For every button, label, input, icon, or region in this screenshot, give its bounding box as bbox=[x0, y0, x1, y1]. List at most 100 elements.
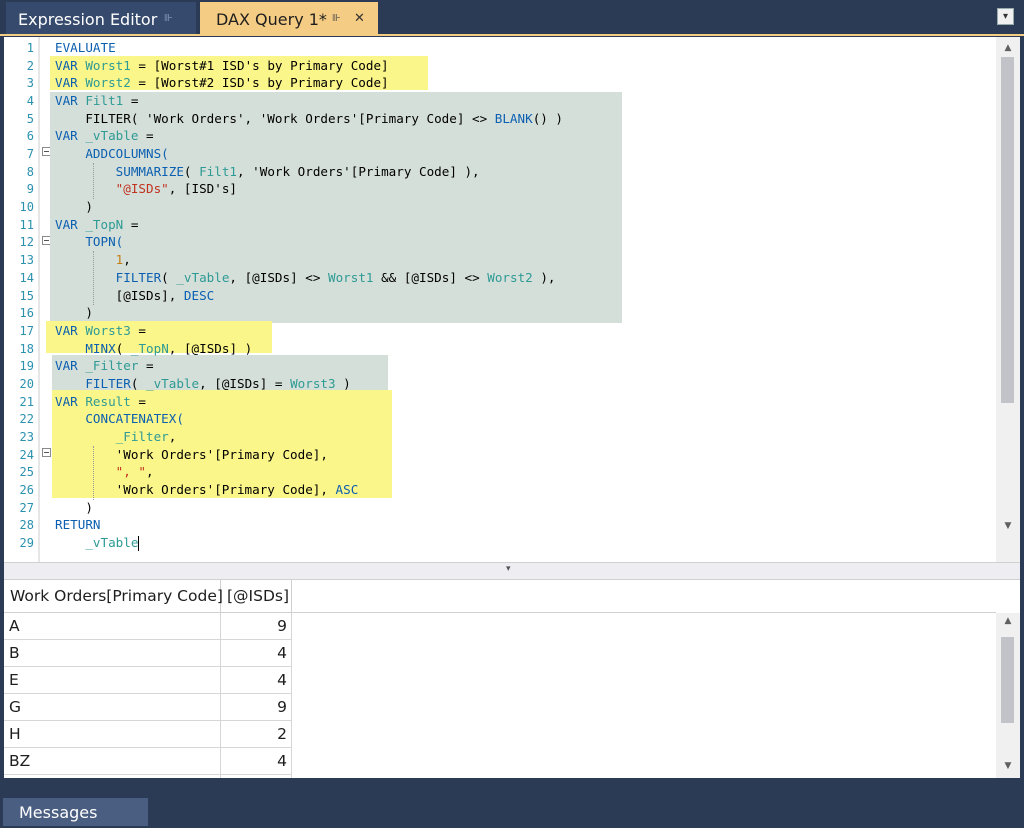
code-line: "@ISDs", [ISD's] bbox=[55, 180, 237, 198]
line-number: 5 bbox=[26, 111, 34, 126]
close-icon[interactable]: ✕ bbox=[354, 11, 365, 26]
code-token: EVALUATE bbox=[55, 40, 116, 55]
code-token: _vTable bbox=[176, 269, 230, 285]
code-token: = [Worst#2 ISD's by Primary Code] bbox=[130, 75, 389, 91]
scroll-down-arrow-icon[interactable]: ▼ bbox=[996, 521, 1020, 531]
code-line: VAR Worst3 = bbox=[55, 322, 146, 340]
line-number: 7 bbox=[26, 147, 34, 162]
code-line: 'Work Orders'[Primary Code], bbox=[55, 446, 328, 464]
result-cell-primary-code[interactable]: E bbox=[4, 667, 221, 694]
pin-icon[interactable]: ⊪ bbox=[164, 13, 173, 24]
scrollbar-thumb[interactable] bbox=[1001, 57, 1014, 403]
code-token: ( bbox=[161, 269, 177, 285]
line-number: 13 bbox=[19, 253, 34, 268]
code-token: _vTable bbox=[146, 375, 200, 391]
line-number: 21 bbox=[19, 394, 34, 409]
result-cell-isds[interactable]: 9 bbox=[221, 613, 292, 640]
line-number: 18 bbox=[19, 341, 34, 356]
code-line: ", ", bbox=[55, 463, 154, 481]
text-caret bbox=[138, 536, 140, 552]
code-line: _vTable bbox=[55, 534, 140, 552]
code-token: VAR bbox=[55, 57, 86, 73]
tab-list-dropdown-button[interactable]: ▾ bbox=[997, 8, 1014, 25]
code-token: = bbox=[138, 128, 154, 144]
code-token: Filt1 bbox=[85, 93, 124, 109]
editor-vertical-scrollbar[interactable]: ▲ ▼ bbox=[996, 37, 1020, 562]
code-token: Worst2 bbox=[85, 75, 131, 91]
pane-splitter[interactable]: ▾ bbox=[4, 562, 1020, 580]
scroll-up-arrow-icon[interactable]: ▲ bbox=[996, 43, 1020, 53]
line-number-gutter: 1 2 3 4 5 6 7 8 9 10 11 12 13 14 15 16 17 18 19 20 21 22 23 24 2… bbox=[4, 37, 38, 562]
code-token: ", " bbox=[115, 464, 147, 480]
code-token: VAR bbox=[55, 128, 86, 144]
line-number: 25 bbox=[19, 465, 34, 480]
line-number: 2 bbox=[26, 58, 34, 73]
dax-code-editor[interactable]: 1 2 3 4 5 6 7 8 9 10 11 12 13 14 15 16 17 18 19 20 21 22 23 24 2… bbox=[4, 37, 1020, 562]
code-line: RETURN bbox=[55, 516, 101, 534]
code-line: FILTER( _vTable, [@ISDs] = Worst3 ) bbox=[55, 375, 351, 393]
code-token: () ) bbox=[532, 110, 564, 126]
result-cell-isds[interactable]: 9 bbox=[221, 694, 292, 721]
code-line: ADDCOLUMNS( bbox=[55, 145, 168, 163]
code-token: ASC bbox=[335, 482, 359, 497]
code-token: Worst2 bbox=[487, 269, 533, 285]
scroll-down-arrow-icon[interactable]: ▼ bbox=[996, 761, 1020, 771]
code-token: Worst1 bbox=[328, 269, 374, 285]
pin-icon[interactable]: ⊪ bbox=[332, 13, 341, 24]
code-text-area[interactable]: EVALUATE VAR Worst1 = [Worst#1 ISD's by P… bbox=[40, 37, 996, 562]
code-line: MINX( _TopN, [@ISDs] ) bbox=[55, 340, 252, 358]
code-token: , [@ISDs] <> bbox=[229, 269, 328, 285]
code-token: Result bbox=[85, 393, 131, 409]
scrollbar-thumb[interactable] bbox=[1001, 637, 1014, 723]
tab-dax-query-1[interactable]: DAX Query 1* ⊪ ✕ bbox=[200, 2, 378, 36]
code-token: _Filter bbox=[85, 358, 139, 374]
code-token: ( bbox=[183, 163, 200, 179]
code-token: VAR bbox=[55, 75, 86, 91]
document-tab-strip: Expression Editor ⊪ DAX Query 1* ⊪ ✕ ▾ bbox=[0, 0, 1024, 36]
result-cell-primary-code[interactable]: H bbox=[4, 721, 221, 748]
result-cell-primary-code[interactable]: BZ bbox=[4, 748, 221, 775]
line-number: 27 bbox=[19, 500, 34, 515]
results-vertical-scrollbar[interactable]: ▲ ▼ bbox=[996, 613, 1020, 778]
result-cell-primary-code[interactable]: A bbox=[4, 613, 221, 640]
code-token: MINX bbox=[85, 340, 116, 356]
scroll-up-arrow-icon[interactable]: ▲ bbox=[996, 616, 1020, 626]
result-cell-isds[interactable]: 4 bbox=[221, 640, 292, 667]
result-cell-primary-code[interactable]: G bbox=[4, 694, 221, 721]
code-token: , 'Work Orders'[Primary Code] ), bbox=[237, 163, 480, 179]
column-header-isds[interactable]: [@ISDs] bbox=[221, 580, 292, 613]
tab-dax-query-label: DAX Query 1* bbox=[216, 9, 327, 29]
column-header-primary-code[interactable]: Work Orders[Primary Code] bbox=[4, 580, 223, 613]
tab-messages[interactable]: Messages bbox=[3, 798, 148, 826]
code-line: VAR _TopN = bbox=[55, 216, 138, 234]
code-token: = bbox=[130, 322, 147, 338]
result-cell-isds[interactable]: 4 bbox=[221, 748, 292, 775]
code-token: = bbox=[123, 93, 139, 109]
line-number: 23 bbox=[19, 429, 34, 444]
result-cell-primary-code[interactable]: B bbox=[4, 640, 221, 667]
code-token: Worst3 bbox=[85, 322, 131, 338]
code-line: VAR Filt1 = bbox=[55, 92, 138, 110]
code-token: ( bbox=[115, 340, 131, 356]
result-cell-isds[interactable]: 2 bbox=[221, 721, 292, 748]
line-number: 6 bbox=[26, 129, 34, 144]
result-cell-isds[interactable]: 4 bbox=[221, 667, 292, 694]
code-token: DESC bbox=[183, 287, 215, 303]
code-token: = bbox=[123, 216, 139, 232]
code-token: VAR bbox=[55, 393, 86, 409]
code-token: RETURN bbox=[55, 517, 101, 533]
code-line: [@ISDs], DESC bbox=[55, 287, 215, 305]
line-number: 28 bbox=[19, 518, 34, 533]
code-token: SUMMARIZE bbox=[115, 163, 184, 179]
line-number: 1 bbox=[26, 41, 34, 55]
tab-expression-editor[interactable]: Expression Editor ⊪ bbox=[6, 2, 196, 36]
code-token: FILTER( 'Work Orders', 'Work Orders'[Pri… bbox=[55, 110, 495, 126]
code-token: ) bbox=[55, 499, 93, 515]
code-token: ) bbox=[335, 375, 351, 391]
